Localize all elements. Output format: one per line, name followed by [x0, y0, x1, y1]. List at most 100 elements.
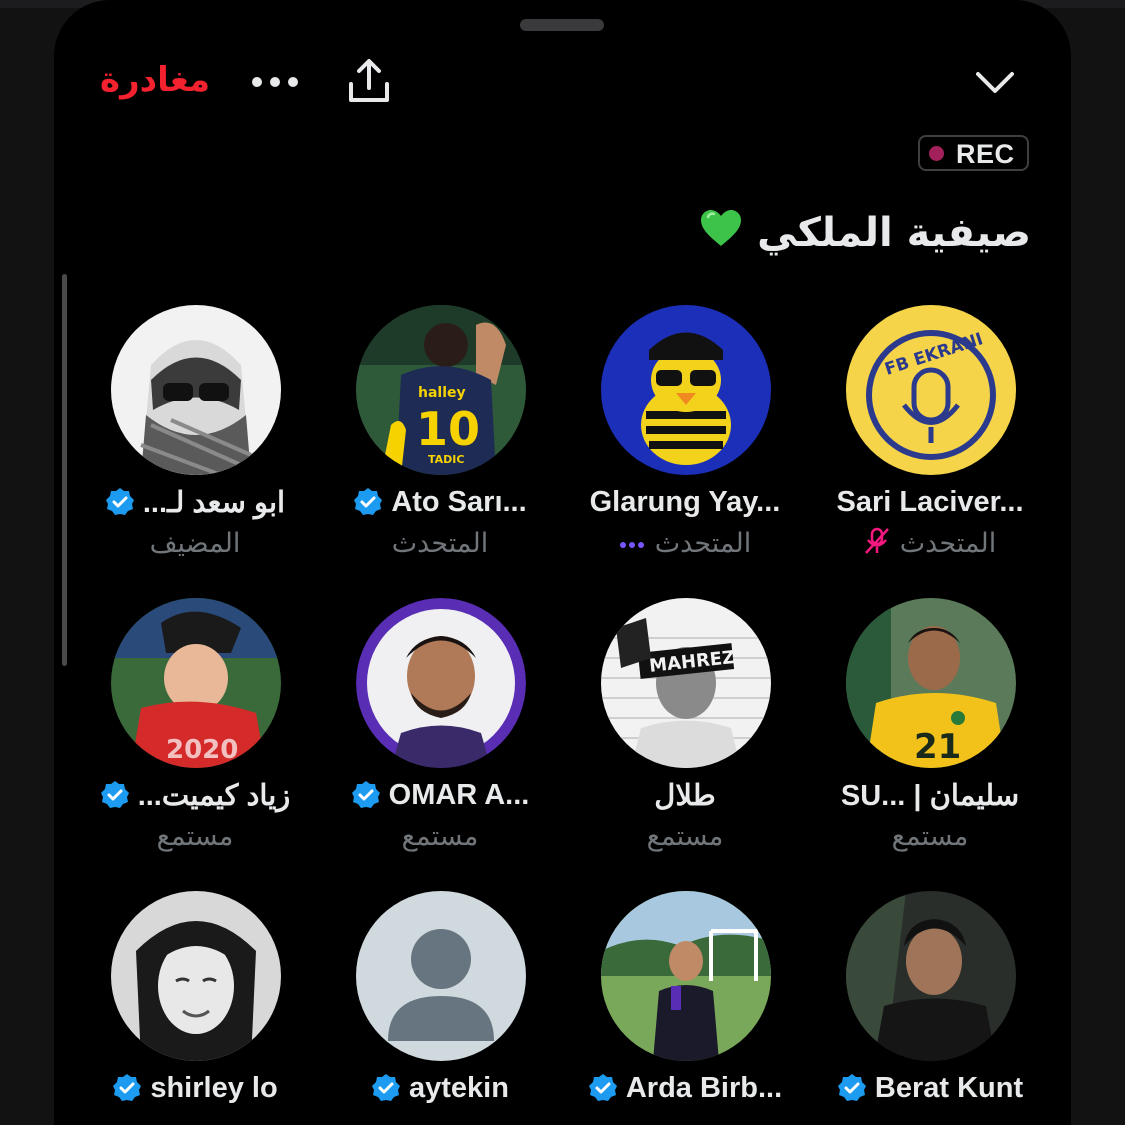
participant-role: المتحدث	[899, 527, 997, 559]
recording-badge: REC	[918, 135, 1029, 171]
verified-badge-icon	[837, 1074, 866, 1101]
participant-name: طلال	[654, 779, 716, 812]
dot-icon	[288, 77, 298, 87]
participant-name: Sari Laciver...	[836, 485, 1024, 518]
participant-role: مستمع	[402, 1114, 479, 1125]
participant-role-row: مستمع	[322, 1109, 558, 1125]
participant-card[interactable]: MAHREZ طلال مستمع	[567, 598, 803, 852]
participant-role-row: مستمع	[812, 816, 1048, 856]
participant-role: مستمع	[647, 1114, 724, 1125]
participant-card[interactable]: Berat Kunt مستمع	[812, 891, 1048, 1125]
avatar	[356, 891, 526, 1061]
leave-button[interactable]: مغادرة	[100, 58, 210, 102]
participant-name-row: ابو سعد لـ...	[77, 480, 313, 524]
participant-name: shirley lo	[150, 1071, 278, 1104]
participant-role: المضيف	[149, 527, 241, 559]
participant-name-row: Glarung Yay...	[567, 480, 803, 524]
avatar	[111, 305, 281, 475]
participant-role-row: مستمع	[77, 1109, 313, 1125]
participant-card[interactable]: FB EKRANI Sari Laciver... المتحدث	[812, 305, 1048, 559]
participant-name-row: زياد كيميت...	[77, 773, 313, 817]
participant-name: Ato Sarı...	[391, 485, 527, 518]
mic-muted-icon	[864, 527, 890, 559]
participant-role-row: مستمع	[567, 816, 803, 856]
verified-badge-icon	[588, 1074, 617, 1101]
participant-role: مستمع	[401, 820, 479, 852]
avatar	[601, 891, 771, 1061]
participant-card[interactable]: halley 10 TADIC Ato Sarı... المتحدث	[322, 305, 558, 559]
participant-name-row: سليمان | ...SU	[812, 773, 1048, 817]
space-title-text: صيفية الملكي	[757, 210, 1031, 256]
green-heart-icon	[699, 207, 743, 263]
participant-role-row: المضيف	[77, 523, 313, 563]
participant-role-row: مستمع	[567, 1109, 803, 1125]
avatar	[111, 891, 281, 1061]
verified-badge-icon	[351, 781, 380, 808]
participant-name: زياد كيميت...	[137, 779, 291, 812]
participant-card[interactable]: 21 سليمان | ...SU مستمع	[812, 598, 1048, 852]
participant-name-row: OMAR A...	[322, 773, 558, 817]
participant-name-row: Sari Laciver...	[812, 480, 1048, 524]
participant-card[interactable]: shirley lo مستمع	[77, 891, 313, 1125]
participant-name: OMAR A...	[388, 778, 530, 811]
verified-badge-icon	[105, 488, 134, 515]
svg-text:2020: 2020	[166, 735, 238, 765]
participant-role: المتحدث	[654, 527, 752, 559]
participant-role: مستمع	[156, 820, 234, 852]
speaking-dots-icon	[619, 534, 645, 553]
participant-name-row: shirley lo	[77, 1066, 313, 1110]
dot-icon	[252, 77, 262, 87]
participant-name-row: Berat Kunt	[812, 1066, 1048, 1110]
participant-name-row: Ato Sarı...	[322, 480, 558, 524]
svg-text:10: 10	[416, 402, 480, 456]
svg-text:21: 21	[914, 727, 961, 767]
participant-name: aytekin	[409, 1071, 509, 1104]
verified-badge-icon	[113, 1074, 142, 1101]
participant-card[interactable]: 2020 زياد كيميت... مستمع	[77, 598, 313, 852]
svg-text:halley: halley	[418, 385, 466, 401]
participant-role-row: المتحدث	[322, 523, 558, 563]
avatar: 2020	[111, 598, 281, 768]
participant-role-row: مستمع	[77, 816, 313, 856]
verified-badge-icon	[354, 488, 383, 515]
space-title: صيفية الملكي	[699, 205, 1031, 261]
avatar: FB EKRANI	[846, 305, 1016, 475]
participant-role: مستمع	[892, 1114, 969, 1125]
participant-name: Glarung Yay...	[589, 485, 781, 518]
avatar	[356, 598, 526, 768]
participant-role-row: المتحدث	[567, 523, 803, 563]
participant-card[interactable]: aytekin مستمع	[322, 891, 558, 1125]
recording-label: REC	[956, 139, 1015, 169]
scrollbar[interactable]	[62, 274, 67, 666]
avatar	[601, 305, 771, 475]
participant-name: Arda Birb...	[625, 1071, 783, 1104]
participant-role-row: مستمع	[322, 816, 558, 856]
recording-dot-icon	[929, 146, 944, 161]
avatar	[846, 891, 1016, 1061]
participant-name-row: aytekin	[322, 1066, 558, 1110]
verified-badge-icon	[100, 781, 129, 808]
dot-icon	[270, 77, 280, 87]
verified-badge-icon	[372, 1074, 401, 1101]
participant-role-row: مستمع	[812, 1109, 1048, 1125]
participant-name: ابو سعد لـ...	[142, 486, 286, 519]
share-button[interactable]	[344, 56, 394, 106]
collapse-button[interactable]	[972, 60, 1018, 106]
space-sheet: مغادرة REC صيفية الملكي ابو سعد لـ... ال…	[54, 0, 1071, 1125]
participant-card[interactable]: Arda Birb... مستمع	[567, 891, 803, 1125]
avatar: 21	[846, 598, 1016, 768]
sheet-grabber[interactable]	[520, 19, 604, 31]
participant-role-row: المتحدث	[812, 523, 1048, 563]
participant-role: مستمع	[646, 820, 724, 852]
participant-role: المتحدث	[391, 527, 489, 559]
participant-card[interactable]: Glarung Yay... المتحدث	[567, 305, 803, 559]
participant-card[interactable]: OMAR A... مستمع	[322, 598, 558, 852]
chevron-down-icon	[976, 72, 1014, 93]
participant-name: سليمان | ...SU	[840, 779, 1020, 812]
participant-name-row: Arda Birb...	[567, 1066, 803, 1110]
share-icon	[349, 59, 389, 102]
more-options-button[interactable]	[252, 70, 302, 94]
participant-role: مستمع	[891, 820, 969, 852]
participant-card[interactable]: ابو سعد لـ... المضيف	[77, 305, 313, 559]
participant-role: مستمع	[157, 1114, 234, 1125]
